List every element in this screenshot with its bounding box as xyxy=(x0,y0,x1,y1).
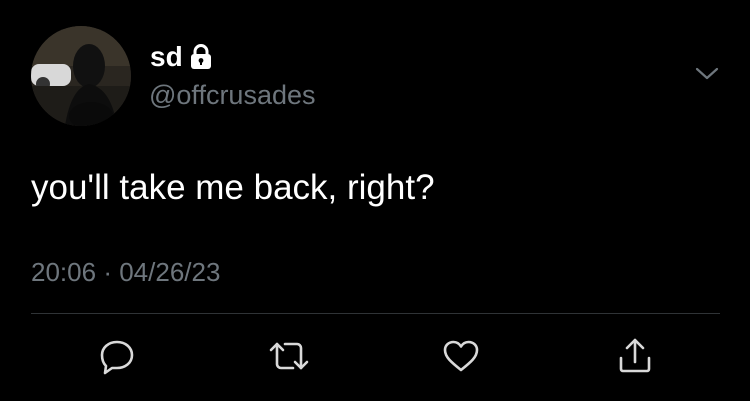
avatar[interactable] xyxy=(31,26,131,126)
like-button[interactable] xyxy=(437,334,485,378)
avatar-photo xyxy=(31,26,131,126)
tweet-date: 04/26/23 xyxy=(119,257,221,287)
meta-separator: · xyxy=(103,257,112,287)
divider xyxy=(31,313,720,314)
tweet-meta: 20:06 · 04/26/23 xyxy=(31,255,220,289)
heart-icon xyxy=(443,340,479,372)
chevron-down-icon xyxy=(695,67,719,80)
lock-icon xyxy=(190,44,212,70)
share-button[interactable] xyxy=(611,334,659,378)
retweet-button[interactable] xyxy=(265,334,313,378)
tweet-text: you'll take me back, right? xyxy=(31,168,435,207)
share-icon xyxy=(619,338,651,373)
reply-button[interactable] xyxy=(93,334,141,378)
display-name[interactable]: sd xyxy=(150,40,183,74)
more-options-caret[interactable] xyxy=(693,64,721,84)
user-handle[interactable]: @offcrusades xyxy=(149,78,316,112)
reply-icon xyxy=(100,340,134,375)
retweet-icon xyxy=(269,342,309,370)
name-row: sd xyxy=(150,40,212,74)
tweet-time: 20:06 xyxy=(31,257,97,287)
